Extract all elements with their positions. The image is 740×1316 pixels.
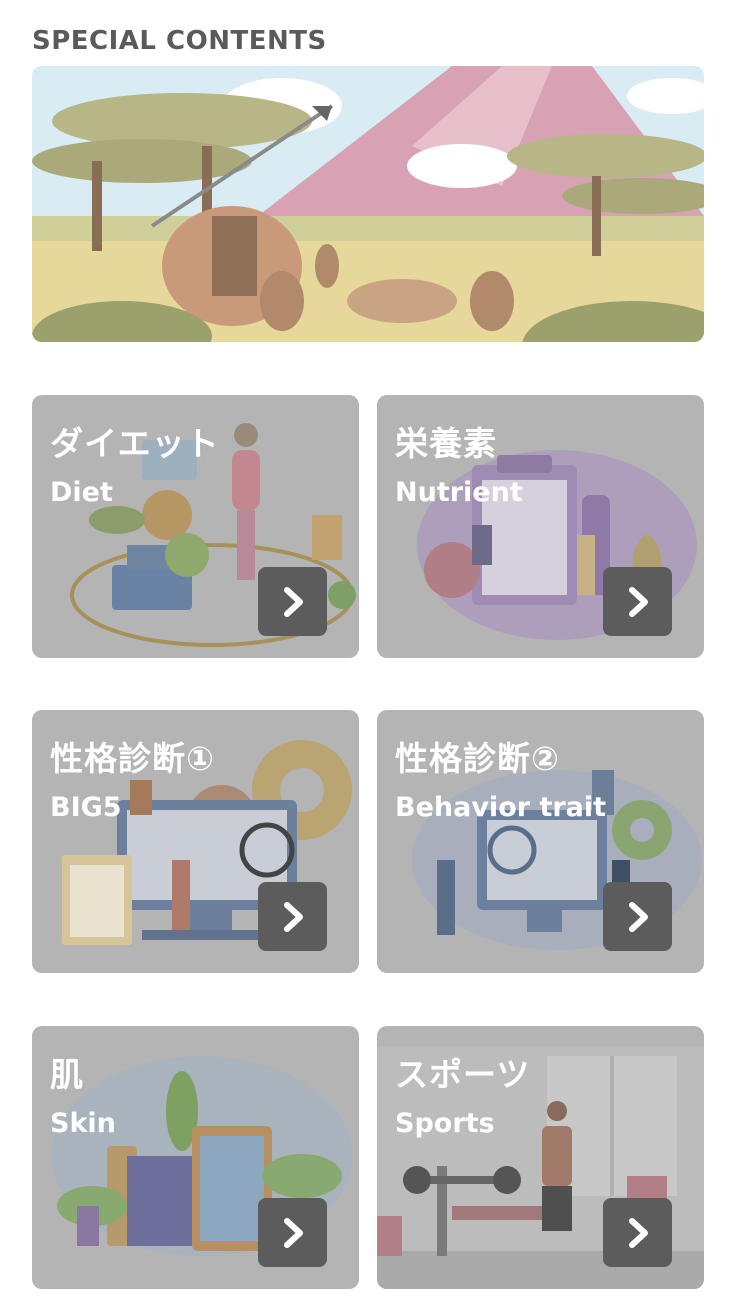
card-title-en: BIG5 — [50, 792, 122, 823]
card-nutrient[interactable]: 栄養素 Nutrient — [377, 395, 704, 658]
card-title-jp: ダイエット — [50, 424, 220, 463]
card-skin[interactable]: 肌 Skin — [32, 1026, 359, 1289]
chevron-right-icon — [283, 1217, 303, 1248]
card-title-en: Skin — [50, 1108, 116, 1139]
card-title-jp: 性格診断① — [50, 739, 215, 778]
open-sports-button[interactable] — [603, 1198, 672, 1267]
special-banner[interactable] — [32, 66, 704, 342]
chevron-right-icon — [283, 586, 303, 617]
card-title-en: Behavior trait — [395, 792, 607, 823]
open-behavior-trait-button[interactable] — [603, 882, 672, 951]
card-title-jp: スポーツ — [395, 1055, 531, 1094]
card-title-jp: 肌 — [50, 1055, 84, 1094]
chevron-right-icon — [283, 901, 303, 932]
chevron-right-icon — [628, 1217, 648, 1248]
card-sports[interactable]: スポーツ Sports — [377, 1026, 704, 1289]
open-diet-button[interactable] — [258, 567, 327, 636]
card-title-jp: 栄養素 — [395, 424, 497, 463]
card-title-jp: 性格診断② — [395, 739, 560, 778]
chevron-right-icon — [628, 901, 648, 932]
card-big5[interactable]: 性格診断① BIG5 — [32, 710, 359, 973]
open-big5-button[interactable] — [258, 882, 327, 951]
card-behavior-trait[interactable]: 性格診断② Behavior trait — [377, 710, 704, 973]
card-diet[interactable]: ダイエット Diet — [32, 395, 359, 658]
savanna-hunting-illustration-icon — [32, 66, 704, 342]
open-nutrient-button[interactable] — [603, 567, 672, 636]
card-title-en: Diet — [50, 477, 113, 508]
card-title-en: Sports — [395, 1108, 495, 1139]
section-title: SPECIAL CONTENTS — [32, 26, 327, 56]
chevron-right-icon — [628, 586, 648, 617]
card-title-en: Nutrient — [395, 477, 523, 508]
open-skin-button[interactable] — [258, 1198, 327, 1267]
